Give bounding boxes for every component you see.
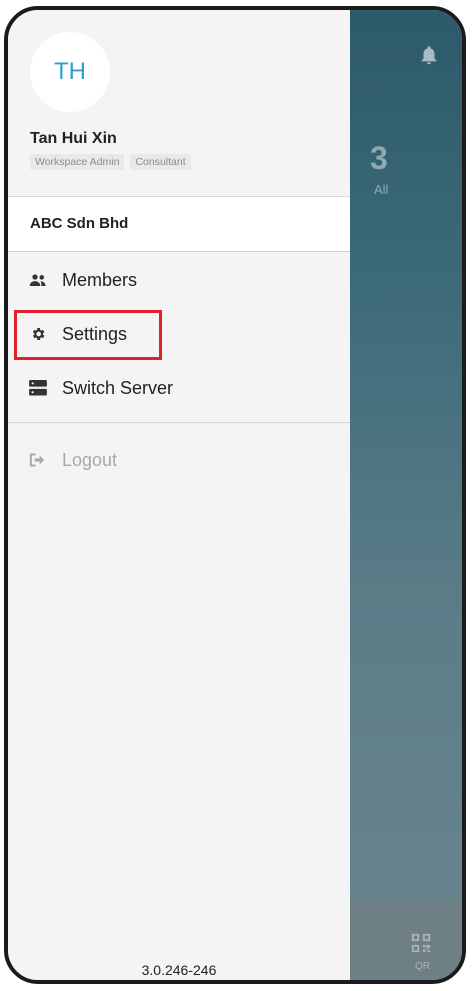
bell-icon[interactable]	[418, 42, 440, 68]
role-badges: Workspace Admin Consultant	[30, 154, 191, 170]
background-count-label: All	[374, 182, 389, 197]
avatar-initials: TH	[54, 58, 86, 85]
qr-icon[interactable]	[410, 932, 432, 954]
role-badge: Consultant	[130, 154, 191, 170]
menu-item-logout[interactable]: Logout	[8, 438, 350, 482]
menu-item-label: Switch Server	[62, 377, 174, 398]
server-icon	[28, 378, 48, 398]
company-name: ABC Sdn Bhd	[30, 215, 129, 232]
company-selector[interactable]: ABC Sdn Bhd	[8, 196, 350, 252]
menu-item-members[interactable]: Members	[8, 258, 350, 302]
menu-divider	[8, 422, 350, 423]
role-badge: Workspace Admin	[30, 154, 125, 170]
settings-highlight-box	[14, 310, 162, 360]
menu-item-switch-server[interactable]: Switch Server	[8, 366, 350, 410]
menu-item-label: Logout	[62, 449, 118, 470]
qr-label: QR	[415, 961, 430, 972]
menu-item-label: Members	[62, 269, 138, 290]
members-icon	[28, 270, 48, 290]
navigation-drawer: TH Tan Hui Xin Workspace Admin Consultan…	[8, 10, 350, 980]
user-name: Tan Hui Xin	[30, 130, 117, 147]
phone-frame: 3 All QR TH Tan Hui Xin Workspace Admin …	[4, 6, 466, 984]
app-version: 3.0.246-246	[141, 962, 217, 978]
avatar[interactable]: TH	[30, 32, 110, 112]
background-count: 3	[370, 140, 388, 176]
logout-icon	[28, 450, 48, 470]
